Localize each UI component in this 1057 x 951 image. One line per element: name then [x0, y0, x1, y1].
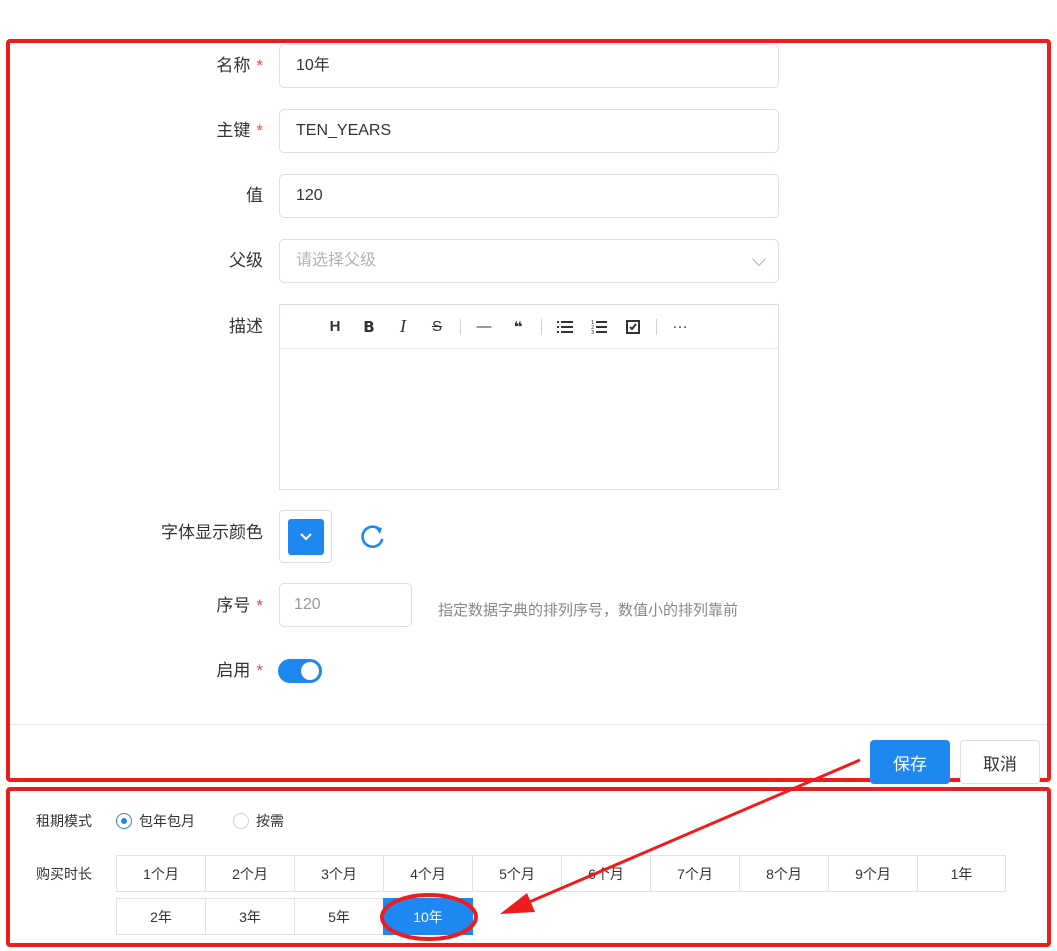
name-input[interactable]: 10年	[279, 44, 779, 88]
rental-mode-label: 租期模式	[36, 813, 92, 829]
duration-option[interactable]: 5年	[294, 898, 384, 935]
toolbar-divider	[656, 318, 657, 335]
toolbar-divider	[541, 318, 542, 335]
duration-label: 购买时长	[36, 866, 92, 882]
svg-text:3: 3	[591, 330, 594, 335]
parent-label: 父级	[229, 251, 263, 270]
duration-option[interactable]: 6个月	[561, 855, 651, 892]
value-input[interactable]: 120	[279, 174, 779, 218]
duration-option[interactable]: 2个月	[205, 855, 295, 892]
key-label: 主键 *	[216, 121, 263, 140]
duration-option[interactable]: 7个月	[650, 855, 740, 892]
cancel-button[interactable]: 取消	[960, 740, 1040, 784]
heading-icon[interactable]: H	[318, 305, 352, 349]
quote-icon[interactable]: ❝	[501, 305, 535, 349]
radio-yearly-monthly[interactable]: 包年包月	[116, 811, 195, 831]
duration-option[interactable]: 5个月	[472, 855, 562, 892]
footer-divider	[10, 724, 1047, 725]
bold-icon[interactable]: B	[352, 305, 386, 349]
duration-option[interactable]: 1个月	[116, 855, 206, 892]
radio-checked-icon	[116, 813, 132, 829]
italic-icon[interactable]: I	[386, 305, 420, 349]
save-button[interactable]: 保存	[870, 740, 950, 784]
sort-input[interactable]: 120	[279, 583, 412, 627]
description-label: 描述	[229, 317, 263, 336]
font-color-label: 字体显示颜色	[161, 523, 263, 542]
parent-select[interactable]: 请选择父级	[279, 239, 779, 283]
toolbar-divider	[460, 318, 461, 335]
checklist-icon[interactable]	[616, 305, 650, 349]
chevron-down-icon	[751, 251, 767, 267]
radio-label: 按需	[256, 813, 284, 829]
color-swatch	[287, 518, 324, 555]
radio-on-demand[interactable]: 按需	[233, 811, 284, 831]
radio-unchecked-icon	[233, 813, 249, 829]
switch-knob	[301, 662, 319, 680]
duration-option[interactable]: 3个月	[294, 855, 384, 892]
radio-label: 包年包月	[139, 813, 195, 829]
duration-option[interactable]: 3年	[205, 898, 295, 935]
reset-icon[interactable]	[356, 522, 388, 554]
color-picker[interactable]	[279, 510, 332, 563]
ordered-list-icon[interactable]: 123	[582, 305, 616, 349]
horizontal-rule-icon[interactable]: —	[467, 305, 501, 349]
description-editor[interactable]: H B I S — ❝ 123 ···	[279, 304, 779, 490]
key-input[interactable]: TEN_YEARS	[279, 109, 779, 153]
duration-option-selected[interactable]: 10年	[383, 898, 473, 935]
sort-label: 序号 *	[216, 596, 263, 615]
sort-hint: 指定数据字典的排列序号，数值小的排列靠前	[438, 602, 739, 619]
bullet-list-icon[interactable]	[548, 305, 582, 349]
chevron-down-icon	[299, 532, 312, 540]
name-label: 名称 *	[216, 56, 263, 75]
duration-option[interactable]: 2年	[116, 898, 206, 935]
enabled-label: 启用 *	[216, 661, 263, 680]
value-label: 值	[246, 186, 263, 205]
strikethrough-icon[interactable]: S	[420, 305, 454, 349]
enabled-switch[interactable]	[278, 659, 322, 683]
more-icon[interactable]: ···	[663, 305, 697, 349]
duration-option[interactable]: 1年	[917, 855, 1006, 892]
parent-placeholder: 请选择父级	[296, 252, 377, 269]
duration-option[interactable]: 9个月	[828, 855, 918, 892]
editor-toolbar: H B I S — ❝ 123 ···	[280, 305, 778, 349]
duration-option[interactable]: 8个月	[739, 855, 829, 892]
duration-option[interactable]: 4个月	[383, 855, 473, 892]
